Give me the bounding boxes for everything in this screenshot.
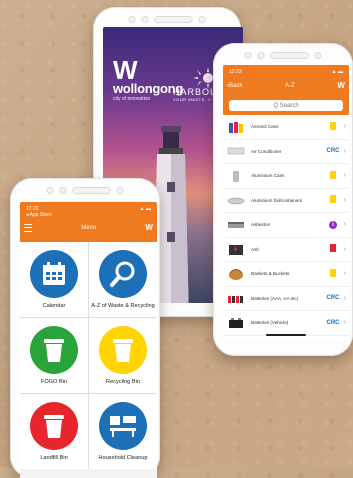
menu-screen: 12:22 ◂ App Store ▲ ▬ Menu W Calendar A-Z… xyxy=(20,202,157,478)
item-thumbnail xyxy=(226,291,246,305)
status-bar: 12:23 ▲ ▬ xyxy=(223,65,349,75)
menu-tile[interactable]: A-Z of Waste & Recycling xyxy=(89,242,157,317)
item-thumbnail xyxy=(226,242,246,256)
status-bar: 12:22 ◂ App Store ▲ ▬ xyxy=(20,202,157,218)
az-phone: 12:23 ▲ ▬ ‹Back A-Z W Q Search Aerosol C… xyxy=(213,43,353,356)
app-logo-icon: W xyxy=(337,81,345,90)
menu-grid: Calendar A-Z of Waste & Recycling FOGO Bin… xyxy=(20,242,157,469)
crc-badge: CRC xyxy=(326,148,340,155)
info-icon: i xyxy=(326,220,340,229)
item-thumbnail xyxy=(226,120,246,134)
chevron-right-icon: › xyxy=(343,221,346,229)
menu-tile[interactable]: Landfill Bin xyxy=(20,394,88,469)
phone-notch xyxy=(244,52,322,59)
app-store-back[interactable]: ◂ App Store xyxy=(26,212,52,218)
menu-tile[interactable]: FOGO Bin xyxy=(20,318,88,393)
chevron-right-icon: › xyxy=(343,196,346,204)
menu-header: 12:22 ◂ App Store ▲ ▬ Menu W xyxy=(20,202,157,242)
app-logo-icon: W xyxy=(145,223,153,232)
status-icons: ▲ ▬ xyxy=(331,69,343,75)
tile-label: Calendar xyxy=(42,303,66,309)
menu-tile[interactable]: Household Cleanup xyxy=(89,394,157,469)
item-label: Aluminium Cans xyxy=(251,173,285,179)
phone-notch xyxy=(46,187,124,194)
yellow-bin-icon xyxy=(326,195,340,205)
search-placeholder: Q Search xyxy=(273,102,299,109)
az-list: Aerosol Cans › Air Conditioner CRC › Aluminiu… xyxy=(223,115,349,340)
search-input[interactable]: Q Search xyxy=(229,100,343,111)
tile-label: A-Z of Waste & Recycling xyxy=(91,303,155,309)
status-time: 12:23 xyxy=(229,69,242,75)
crc-badge: CRC xyxy=(326,295,340,302)
item-thumbnail xyxy=(226,193,246,207)
list-item[interactable]: Ash › xyxy=(223,238,349,262)
page-title: Menu xyxy=(81,224,97,231)
list-item[interactable]: Aerosol Cans › xyxy=(223,115,349,140)
crc-badge: CRC xyxy=(326,319,340,326)
yellow-bin-icon xyxy=(326,268,340,279)
item-label: Air Conditioner xyxy=(251,148,282,154)
phone-notch xyxy=(128,16,206,23)
yellow-bin-icon xyxy=(326,121,340,132)
calendar-icon xyxy=(30,250,78,298)
item-label: Batteries (Vehicle) xyxy=(251,320,289,326)
tile-label: FOGO Bin xyxy=(40,379,68,385)
item-thumbnail xyxy=(226,218,246,232)
yellow-bin-icon xyxy=(326,170,340,181)
item-thumbnail xyxy=(226,316,246,330)
item-thumbnail xyxy=(226,144,246,158)
item-label: Asbestos xyxy=(251,222,270,228)
list-item[interactable]: Air Conditioner CRC › xyxy=(223,140,349,164)
magnifier-icon xyxy=(99,250,147,298)
home-indicator[interactable] xyxy=(266,334,306,336)
item-thumbnail xyxy=(226,169,246,183)
hamburger-icon[interactable] xyxy=(24,223,32,232)
chevron-right-icon: › xyxy=(343,319,346,327)
az-header: 12:23 ▲ ▬ ‹Back A-Z W Q Search xyxy=(223,65,349,115)
list-item[interactable]: Batteries (Vehicle) CRC › xyxy=(223,311,349,336)
chevron-right-icon: › xyxy=(343,294,346,302)
chevron-right-icon: › xyxy=(343,172,346,180)
chevron-right-icon: › xyxy=(343,270,346,278)
logo-mark: W xyxy=(113,55,138,85)
chevron-right-icon: › xyxy=(343,245,346,253)
item-thumbnail xyxy=(226,267,246,281)
chevron-right-icon: › xyxy=(343,123,346,131)
tile-label: Recycling Bin xyxy=(106,379,140,385)
bin-icon xyxy=(30,326,78,374)
status-icons: ▲ ▬ xyxy=(139,206,151,212)
bin-icon xyxy=(30,402,78,450)
item-label: Ash xyxy=(251,246,259,252)
page-title: A-Z xyxy=(285,82,295,89)
menu-tile[interactable]: Calendar xyxy=(20,242,88,317)
item-label: Baskets & Buckets xyxy=(251,271,290,277)
menu-phone: 12:22 ◂ App Store ▲ ▬ Menu W Calendar A-Z… xyxy=(10,178,160,478)
list-item[interactable]: Bicycles (Push Bike)CRC› xyxy=(223,336,349,341)
list-item[interactable]: Baskets & Buckets › xyxy=(223,262,349,287)
list-item[interactable]: Aluminium Cans › xyxy=(223,164,349,189)
red-bin-icon xyxy=(326,244,340,254)
back-button[interactable]: ‹Back xyxy=(227,83,242,89)
menu-tile[interactable]: Recycling Bin xyxy=(89,318,157,393)
item-label: Batteries (AAA, AA etc) xyxy=(251,295,299,301)
list-item[interactable]: Aluminium foil/containers › xyxy=(223,189,349,213)
bin-icon xyxy=(99,326,147,374)
chevron-right-icon: › xyxy=(343,147,346,155)
list-item[interactable]: Asbestos i › xyxy=(223,213,349,238)
item-label: Aerosol Cans xyxy=(251,124,279,130)
az-screen: 12:23 ▲ ▬ ‹Back A-Z W Q Search Aerosol C… xyxy=(223,65,349,340)
tile-label: Landfill Bin xyxy=(40,455,68,461)
furniture-icon xyxy=(99,402,147,450)
list-item[interactable]: Batteries (AAA, AA etc) CRC › xyxy=(223,287,349,311)
item-label: Aluminium foil/containers xyxy=(251,197,303,203)
tile-label: Household Cleanup xyxy=(98,455,148,461)
